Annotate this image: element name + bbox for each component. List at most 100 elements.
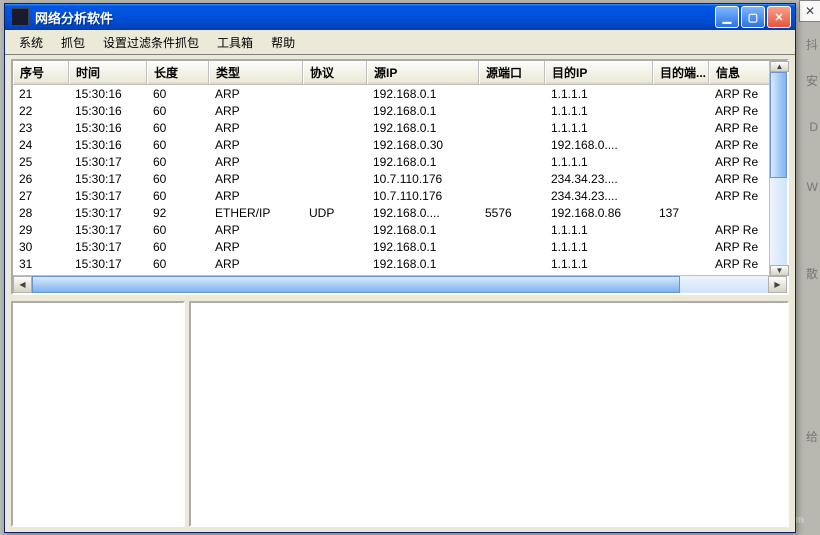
cell-type: ARP (209, 172, 303, 186)
cell-sip: 192.168.0.1 (367, 240, 479, 254)
bottom-panels (11, 301, 789, 527)
table-row[interactable]: 3015:30:1760ARP192.168.0.11.1.1.1ARP Re (13, 238, 787, 255)
scroll-down-button[interactable]: ▼ (770, 265, 789, 276)
col-type[interactable]: 类型 (209, 61, 303, 84)
vscroll-thumb[interactable] (770, 72, 787, 178)
desktop-area: 抖 安 D W 散 给 下载吧 www.xiazaiba.com ✕ 网络分析软… (0, 0, 820, 535)
cell-no: 23 (13, 121, 69, 135)
menu-filter-capture[interactable]: 设置过滤条件抓包 (95, 31, 207, 54)
cell-sip: 10.7.110.176 (367, 189, 479, 203)
cell-len: 60 (147, 223, 209, 237)
scroll-left-button[interactable]: ◀ (13, 276, 32, 293)
col-length[interactable]: 长度 (147, 61, 209, 84)
scroll-up-button[interactable]: ▲ (770, 61, 789, 72)
cell-sip: 192.168.0.1 (367, 257, 479, 271)
menu-tools[interactable]: 工具箱 (209, 31, 261, 54)
cell-dip: 1.1.1.1 (545, 223, 653, 237)
cell-len: 60 (147, 189, 209, 203)
cell-len: 60 (147, 155, 209, 169)
cell-no: 30 (13, 240, 69, 254)
hscroll-track[interactable] (32, 276, 768, 293)
hex-panel[interactable] (189, 301, 789, 527)
app-icon (11, 8, 29, 26)
maximize-button[interactable]: ▢ (741, 6, 765, 28)
col-time[interactable]: 时间 (69, 61, 147, 84)
cell-sip: 192.168.0.1 (367, 155, 479, 169)
cell-dip: 234.34.23.... (545, 172, 653, 186)
table-row[interactable]: 2815:30:1792ETHER/IPUDP192.168.0....5576… (13, 204, 787, 221)
bg-text: 给 (806, 428, 818, 445)
cell-dip: 1.1.1.1 (545, 257, 653, 271)
list-body[interactable]: 2115:30:1660ARP192.168.0.11.1.1.1ARP Re2… (13, 85, 787, 275)
cell-no: 22 (13, 104, 69, 118)
table-row[interactable]: 2215:30:1660ARP192.168.0.11.1.1.1ARP Re (13, 102, 787, 119)
cell-len: 60 (147, 172, 209, 186)
cell-type: ARP (209, 121, 303, 135)
col-dstip[interactable]: 目的IP (545, 61, 653, 84)
close-button[interactable]: ✕ (767, 6, 791, 28)
col-srcip[interactable]: 源IP (367, 61, 479, 84)
horizontal-scrollbar[interactable]: ◀ ▶ (13, 275, 787, 293)
cell-type: ETHER/IP (209, 206, 303, 220)
col-sport[interactable]: 源端口 (479, 61, 545, 84)
cell-time: 15:30:17 (69, 155, 147, 169)
cell-no: 27 (13, 189, 69, 203)
cell-sip: 192.168.0.1 (367, 121, 479, 135)
window-title: 网络分析软件 (35, 8, 715, 27)
cell-sip: 192.168.0.1 (367, 87, 479, 101)
cell-sip: 192.168.0.... (367, 206, 479, 220)
cell-sip: 192.168.0.1 (367, 223, 479, 237)
cell-time: 15:30:16 (69, 138, 147, 152)
menu-system[interactable]: 系统 (11, 31, 51, 54)
cell-len: 60 (147, 121, 209, 135)
vertical-scrollbar[interactable]: ▲ ▼ (769, 61, 787, 276)
tree-panel[interactable] (11, 301, 185, 527)
table-row[interactable]: 2615:30:1760ARP 10.7.110.176 234.34.23....… (13, 170, 787, 187)
cell-time: 15:30:16 (69, 87, 147, 101)
cell-dport: 137 (653, 206, 709, 220)
cell-time: 15:30:17 (69, 172, 147, 186)
hscroll-thumb[interactable] (32, 276, 680, 293)
cell-len: 60 (147, 104, 209, 118)
col-proto[interactable]: 协议 (303, 61, 367, 84)
cell-dip: 192.168.0.... (545, 138, 653, 152)
cell-no: 29 (13, 223, 69, 237)
table-row[interactable]: 2915:30:1760ARP192.168.0.11.1.1.1ARP Re (13, 221, 787, 238)
cell-dip: 1.1.1.1 (545, 104, 653, 118)
titlebar[interactable]: 网络分析软件 ▁ ▢ ✕ (5, 4, 795, 30)
cell-type: ARP (209, 104, 303, 118)
cell-dip: 1.1.1.1 (545, 87, 653, 101)
cell-len: 60 (147, 240, 209, 254)
table-row[interactable]: 2315:30:1660ARP192.168.0.11.1.1.1ARP Re (13, 119, 787, 136)
table-row[interactable]: 2715:30:1760ARP10.7.110.176234.34.23....… (13, 187, 787, 204)
external-close-button[interactable]: ✕ (799, 0, 820, 22)
cell-proto: UDP (303, 206, 367, 220)
vscroll-track[interactable] (770, 72, 787, 265)
menu-capture[interactable]: 抓包 (53, 31, 93, 54)
cell-sip: 10.7.110.176 (367, 172, 479, 186)
col-no[interactable]: 序号 (13, 61, 69, 84)
cell-type: ARP (209, 240, 303, 254)
cell-no: 26 (13, 172, 69, 186)
bg-text: 散 (806, 265, 818, 282)
cell-type: ARP (209, 257, 303, 271)
table-row[interactable]: 2515:30:1760ARP192.168.0.11.1.1.1ARP Re (13, 153, 787, 170)
cell-type: ARP (209, 155, 303, 169)
table-row[interactable]: 2115:30:1660ARP192.168.0.11.1.1.1ARP Re (13, 85, 787, 102)
cell-dip: 1.1.1.1 (545, 155, 653, 169)
cell-len: 60 (147, 138, 209, 152)
col-dport[interactable]: 目的端... (653, 61, 709, 84)
minimize-button[interactable]: ▁ (715, 6, 739, 28)
cell-type: ARP (209, 223, 303, 237)
menu-help[interactable]: 帮助 (263, 31, 303, 54)
scroll-right-button[interactable]: ▶ (768, 276, 787, 293)
table-row[interactable]: 3115:30:1760ARP192.168.0.11.1.1.1ARP Re (13, 255, 787, 272)
window-controls: ▁ ▢ ✕ (715, 6, 791, 28)
cell-dip: 1.1.1.1 (545, 240, 653, 254)
packet-list: 序号 时间 长度 类型 协议 源IP 源端口 目的IP 目的端... 信息 21… (11, 59, 789, 295)
cell-time: 15:30:17 (69, 257, 147, 271)
cell-no: 21 (13, 87, 69, 101)
cell-time: 15:30:17 (69, 189, 147, 203)
cell-dip: 192.168.0.86 (545, 206, 653, 220)
table-row[interactable]: 2415:30:1660ARP192.168.0.30192.168.0....… (13, 136, 787, 153)
